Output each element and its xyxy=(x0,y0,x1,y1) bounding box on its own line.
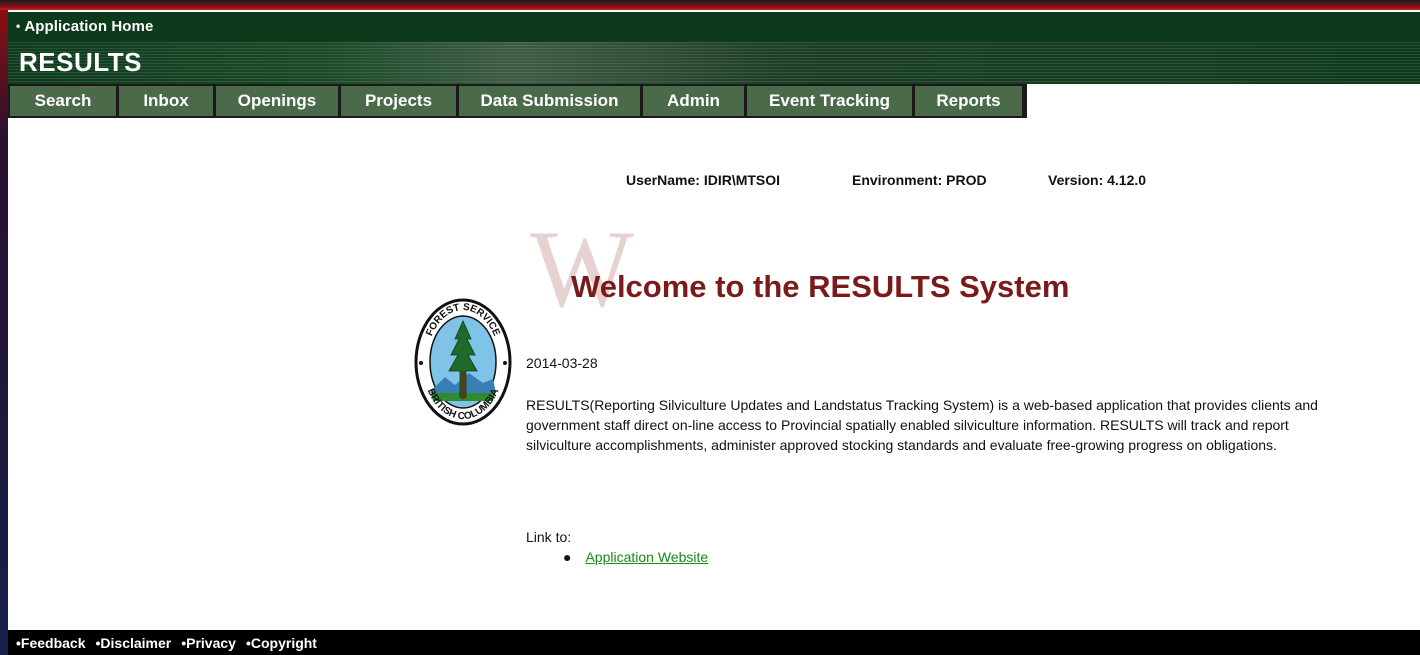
nav-tab-openings[interactable]: Openings xyxy=(216,86,341,116)
application-home-link[interactable]: • Application Home xyxy=(16,18,153,35)
welcome-title: Welcome to the RESULTS System xyxy=(571,269,1070,304)
nav-tab-projects[interactable]: Projects xyxy=(341,86,459,116)
footer-link-copyright[interactable]: •Copyright xyxy=(246,635,317,651)
list-item: ● Application Website xyxy=(563,549,708,565)
link-to-label: Link to: xyxy=(526,529,572,545)
footer: •Feedback •Disclaimer •Privacy •Copyright xyxy=(8,630,1420,655)
header-banner: • Application Home RESULTS xyxy=(8,12,1420,84)
nav-tab-admin[interactable]: Admin xyxy=(643,86,747,116)
environment-label: Environment: PROD xyxy=(852,172,987,188)
page: • Application Home RESULTS Search Inbox Ope… xyxy=(8,12,1420,655)
nav-tab-event-tracking[interactable]: Event Tracking xyxy=(747,86,915,116)
username-label: UserName: IDIR\MTSOI xyxy=(626,172,781,188)
bullet-icon: ● xyxy=(563,549,572,565)
application-website-link[interactable]: Application Website xyxy=(585,549,708,565)
system-description: RESULTS(Reporting Silviculture Updates a… xyxy=(526,397,1318,453)
version-label: Version: 4.12.0 xyxy=(1048,172,1147,188)
nav-tab-reports[interactable]: Reports xyxy=(915,86,1025,116)
release-date: 2014-03-28 xyxy=(526,355,598,371)
application-home-label[interactable]: Application Home xyxy=(24,18,153,35)
footer-link-privacy[interactable]: •Privacy xyxy=(181,635,236,651)
nav-tab-data-submission[interactable]: Data Submission xyxy=(459,86,643,116)
bullet-icon: • xyxy=(16,19,21,33)
app-title: RESULTS xyxy=(19,47,142,77)
window-left-border xyxy=(0,10,8,655)
footer-link-feedback[interactable]: •Feedback xyxy=(16,635,86,651)
footer-link-disclaimer[interactable]: •Disclaimer xyxy=(96,635,172,651)
forest-service-logo: FOREST SERVICE BRITISH COLUMBIA xyxy=(414,298,512,426)
window-top-border xyxy=(0,0,1420,10)
main-nav: Search Inbox Openings Projects Data Submissi… xyxy=(8,84,1027,118)
nav-tab-search[interactable]: Search xyxy=(10,86,119,116)
nav-tab-inbox[interactable]: Inbox xyxy=(119,86,216,116)
